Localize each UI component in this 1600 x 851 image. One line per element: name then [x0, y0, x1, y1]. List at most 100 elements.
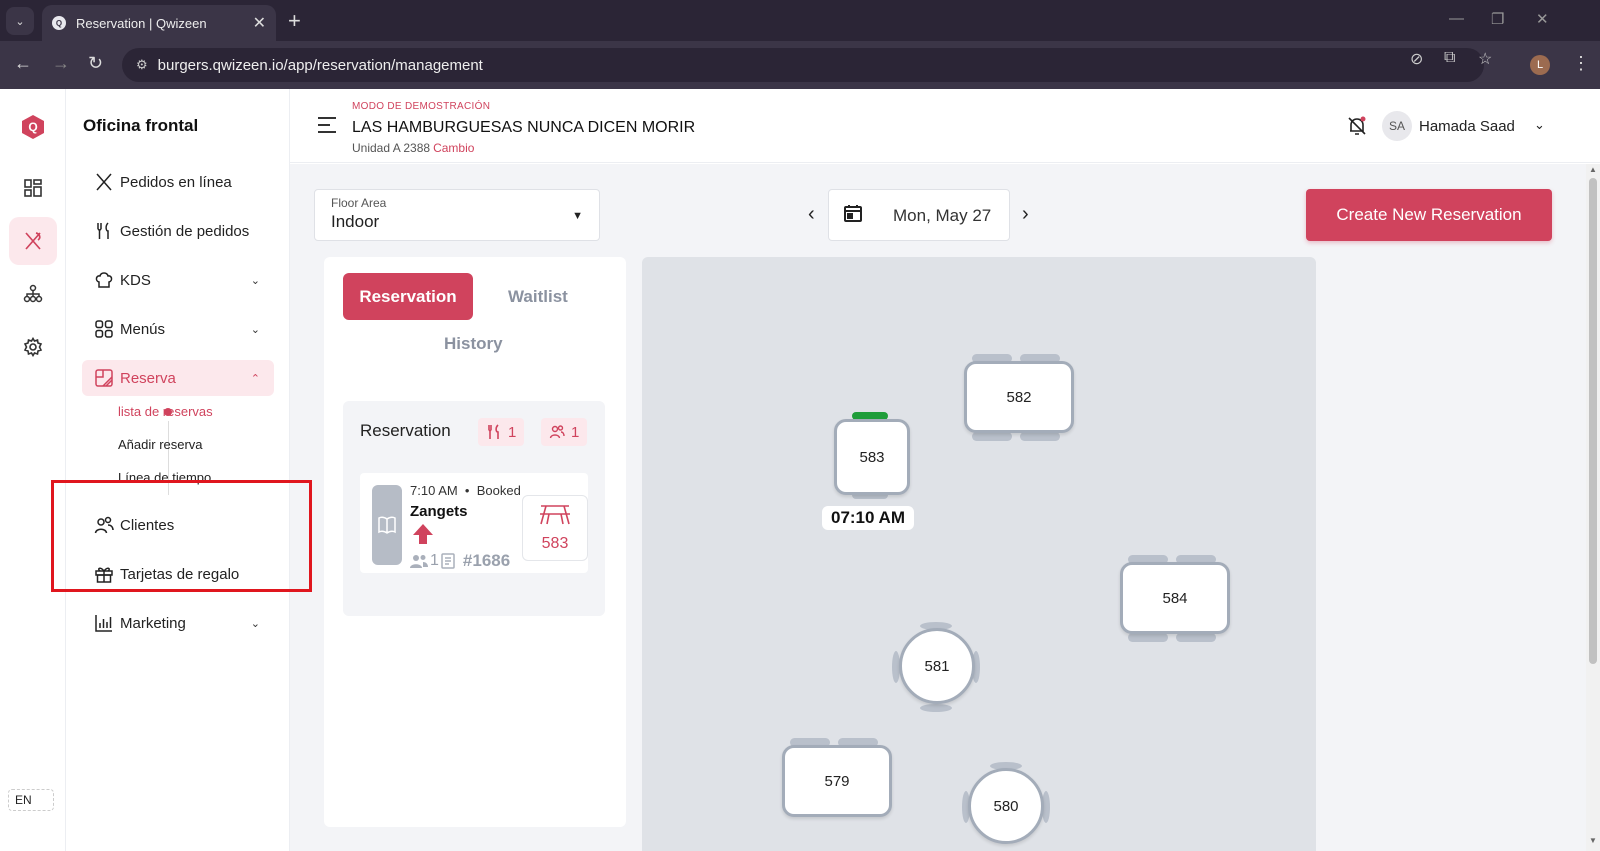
table-number: 584 [1162, 589, 1188, 607]
page-scrollbar[interactable]: ▲ ▼ [1586, 164, 1600, 851]
nav-online-orders[interactable]: Pedidos en línea [82, 164, 274, 200]
reservation-card[interactable]: 7:10 AM • Booked Zangets 1 #1686 583 [360, 473, 588, 573]
minimize-icon[interactable]: — [1449, 10, 1464, 27]
table-number: 583 [859, 448, 885, 466]
tab-waitlist[interactable]: Waitlist [508, 287, 568, 307]
back-icon[interactable]: ← [14, 53, 32, 74]
fork-knife-icon [94, 221, 116, 241]
change-unit-link[interactable]: Cambio [433, 141, 474, 155]
create-reservation-button[interactable]: Create New Reservation [1306, 189, 1552, 241]
date-picker[interactable]: Mon, May 27 [828, 189, 1010, 241]
restore-icon[interactable]: ❐ [1491, 10, 1504, 28]
browser-menu-icon[interactable]: ⋮ [1572, 53, 1590, 74]
grid-icon [94, 319, 116, 339]
assigned-table-number: 583 [541, 534, 569, 552]
chevron-down-icon: ⌄ [250, 617, 260, 630]
language-code: EN [15, 793, 32, 807]
top-header: MODO DE DEMOSTRACIÓN LAS HAMBURGUESAS NU… [290, 89, 1600, 163]
reload-icon[interactable]: ↻ [88, 53, 103, 74]
hamburger-menu-icon[interactable] [318, 117, 336, 138]
nav-reservation[interactable]: Reserva ⌃ [82, 360, 274, 396]
floor-plan: 582 583 07:10 AM 584 581 579 580 [642, 257, 1316, 851]
chevron-down-icon[interactable]: ⌄ [1534, 117, 1545, 133]
table-584[interactable]: 584 [1120, 562, 1230, 634]
nav-order-management[interactable]: Gestión de pedidos [82, 213, 274, 249]
calendar-icon [843, 203, 863, 228]
close-window-icon[interactable]: ✕ [1536, 10, 1549, 28]
eye-off-icon[interactable]: ⊘ [1410, 49, 1423, 69]
settings-gear-icon[interactable] [9, 323, 57, 371]
customer-name: Zangets [410, 503, 468, 520]
tab-search-icon[interactable]: ⌄ [6, 7, 34, 35]
front-office-icon[interactable] [9, 217, 57, 265]
chair [972, 432, 1012, 441]
user-name[interactable]: Hamada Saad [1419, 118, 1515, 135]
book-icon [372, 485, 402, 565]
previous-day-icon[interactable]: ‹ [808, 203, 815, 226]
chevron-up-icon: ⌃ [250, 372, 260, 385]
organization-icon[interactable] [9, 270, 57, 318]
table-581[interactable]: 581 [899, 628, 975, 704]
url-text: burgers.qwizeen.io/app/reservation/manag… [157, 56, 483, 74]
chair [1128, 633, 1168, 642]
scroll-up-icon[interactable]: ▲ [1589, 165, 1597, 174]
url-input[interactable]: ⚙ burgers.qwizeen.io/app/reservation/man… [122, 48, 1484, 82]
table-582[interactable]: 582 [964, 361, 1074, 433]
forward-icon[interactable]: → [52, 53, 70, 74]
scrollbar-thumb[interactable] [1589, 178, 1597, 664]
profile-avatar[interactable]: L [1530, 55, 1550, 75]
group-title: Reservation [360, 421, 451, 440]
reservation-time: 7:10 AM [410, 483, 458, 498]
translate-icon[interactable]: ⧉ [1444, 49, 1455, 67]
guests-number: 1 [430, 552, 439, 569]
app: Q EN Oficina frontal Pedidos en línea Ge… [0, 89, 1600, 851]
reservation-time-status: 7:10 AM • Booked [410, 483, 521, 498]
table-number: 579 [824, 772, 850, 790]
selection-highlight [51, 480, 312, 592]
scroll-down-icon[interactable]: ▼ [1589, 836, 1597, 845]
dashboard-icon[interactable] [9, 164, 57, 212]
bookmark-star-icon[interactable]: ☆ [1478, 49, 1492, 69]
main-content: Floor Area Indoor ▼ ‹ Mon, May 27 › Crea… [290, 164, 1586, 851]
selected-date: Mon, May 27 [893, 206, 992, 225]
floor-area-select[interactable]: Floor Area Indoor ▼ [314, 189, 600, 241]
reservation-list-panel: Reservation Waitlist History Reservation… [324, 257, 626, 827]
new-tab-icon[interactable]: + [288, 8, 301, 34]
dine-count: 1 [508, 423, 517, 441]
reservation-group: Reservation 1 1 7:10 AM • Booked Zangets [343, 401, 605, 616]
next-day-icon[interactable]: › [1022, 203, 1029, 226]
picnic-table-icon [538, 504, 572, 531]
nav-marketing[interactable]: Marketing ⌄ [82, 605, 274, 641]
sub-add-reservation[interactable]: Añadir reserva [118, 437, 203, 452]
tab-history[interactable]: History [444, 334, 503, 354]
browser-tab[interactable]: Q Reservation | Qwizeen ✕ [42, 5, 276, 41]
browser-tab-bar: ⌄ Q Reservation | Qwizeen ✕ + — ❐ ✕ [0, 0, 1600, 41]
nav-label: Pedidos en línea [120, 173, 232, 191]
table-580[interactable]: 580 [968, 768, 1044, 844]
tab-reservation[interactable]: Reservation [343, 273, 473, 320]
floor-area-label: Floor Area [331, 196, 387, 210]
user-avatar[interactable]: SA [1382, 111, 1412, 141]
floor-plan-icon [94, 368, 116, 388]
notifications-off-icon[interactable] [1346, 115, 1368, 142]
chevron-down-icon: ⌄ [250, 274, 260, 287]
table-number: 582 [1006, 388, 1032, 406]
site-info-icon[interactable]: ⚙ [136, 57, 148, 73]
assigned-table-badge: 583 [522, 495, 588, 561]
address-bar: ← → ↻ ⚙ burgers.qwizeen.io/app/reservati… [0, 41, 1600, 89]
demo-mode-label: MODO DE DEMOSTRACIÓN [352, 101, 491, 112]
priority-up-icon [412, 523, 434, 550]
guests-icon [549, 424, 565, 440]
floor-area-value: Indoor [331, 212, 380, 231]
sub-reservation-list[interactable]: lista de reservas [118, 404, 213, 419]
nav-kds[interactable]: KDS ⌄ [82, 262, 274, 298]
nav-menus[interactable]: Menús ⌄ [82, 311, 274, 347]
section-title: Oficina frontal [83, 116, 199, 135]
table-number: 580 [993, 797, 1019, 815]
table-583[interactable]: 583 [834, 419, 910, 495]
table-579[interactable]: 579 [782, 745, 892, 817]
close-tab-icon[interactable]: ✕ [253, 13, 266, 33]
language-switcher[interactable]: EN [8, 789, 54, 811]
guest-count-badge: 1 [541, 418, 588, 446]
nav-label: Gestión de pedidos [120, 222, 250, 240]
